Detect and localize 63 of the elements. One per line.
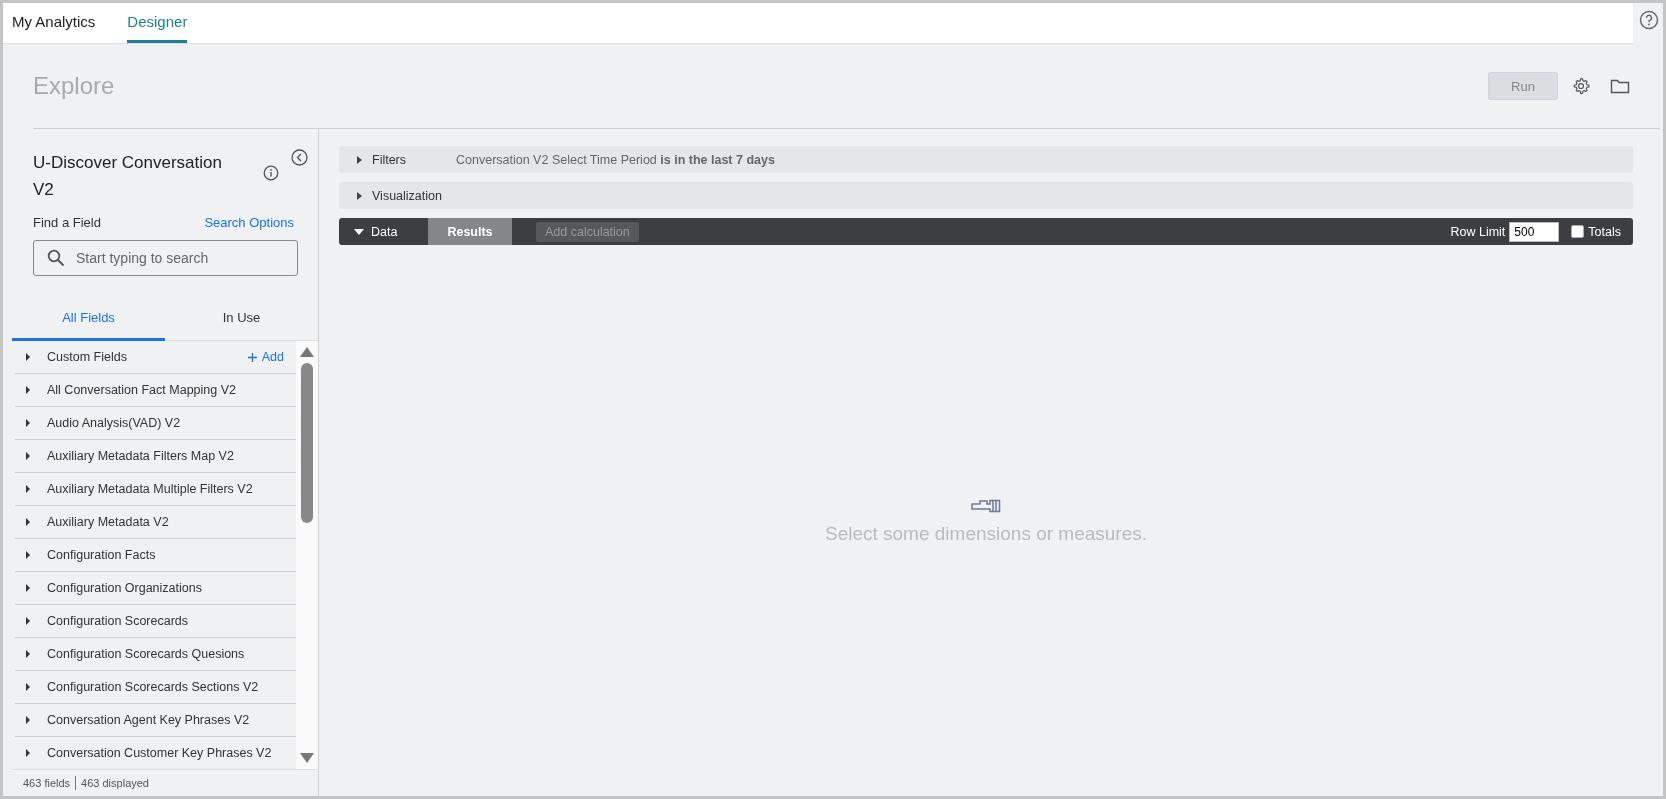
totals-checkbox[interactable]	[1571, 225, 1585, 238]
caret-icon[interactable]	[25, 683, 31, 691]
field-group[interactable]: Conversation Customer Key Phrases V2	[47, 746, 296, 760]
field-tab[interactable]: In Use	[165, 298, 318, 341]
caret-icon[interactable]	[25, 551, 31, 559]
row-limit-label: Row Limit	[1450, 224, 1506, 239]
scroll-down-icon[interactable]	[300, 753, 314, 763]
field-count: 463 fields	[23, 777, 71, 789]
caret-icon	[355, 191, 363, 200]
field-tab[interactable]: All Fields	[12, 298, 165, 341]
field-group[interactable]: Auxiliary Metadata V2	[47, 515, 296, 529]
caret-icon[interactable]	[25, 518, 31, 526]
caret-icon[interactable]	[25, 452, 31, 460]
row-limit-field[interactable]: 500	[1509, 221, 1560, 242]
data-toggle[interactable]: Data	[339, 218, 428, 245]
help-icon[interactable]	[1639, 10, 1659, 30]
page-title: Explore	[33, 72, 115, 100]
add-link[interactable]: Add	[247, 350, 284, 364]
field-group[interactable]: All Conversation Fact Mapping V2	[47, 383, 296, 397]
info-icon[interactable]	[263, 165, 279, 181]
collapse-icon[interactable]	[291, 149, 308, 166]
find-field-label: Find a Field	[33, 215, 101, 230]
displayed-count: 463 displayed	[81, 777, 149, 789]
scroll-up-icon[interactable]	[300, 347, 314, 357]
caret-icon[interactable]	[25, 749, 31, 757]
filter-summary: Conversation V2 Select Time Period is in the last 7 days	[456, 152, 775, 167]
caret-icon[interactable]	[25, 617, 31, 625]
caret-icon	[355, 155, 363, 164]
section-bar[interactable]: Visualization	[339, 182, 1633, 209]
field-group[interactable]: Auxiliary Metadata Multiple Filters V2	[47, 482, 296, 496]
caret-icon[interactable]	[25, 650, 31, 658]
totals-label: Totals	[1588, 224, 1621, 239]
caret-icon[interactable]	[25, 353, 31, 361]
plus-icon	[247, 352, 257, 362]
caret-icon[interactable]	[25, 386, 31, 394]
scrollbar[interactable]	[296, 341, 318, 769]
caret-icon	[354, 227, 364, 236]
field-group[interactable]: Configuration Organizations	[47, 581, 296, 595]
field-group[interactable]: Configuration Scorecards	[47, 614, 296, 628]
field-group[interactable]: Audio Analysis(VAD) V2	[47, 416, 296, 430]
empty-message: Select some dimensions or measures.	[824, 523, 1148, 545]
caret-icon[interactable]	[25, 584, 31, 592]
explore-title: U-Discover Conversation V2	[33, 152, 223, 201]
field-group[interactable]: Configuration Scorecards Sections V2	[47, 680, 296, 694]
nav-tab[interactable]: My Analytics	[12, 3, 96, 43]
scroll-thumb[interactable]	[301, 363, 313, 523]
search-icon	[47, 249, 65, 267]
caret-icon[interactable]	[25, 716, 31, 724]
search-field[interactable]: Start typing to search	[33, 240, 298, 276]
caret-icon[interactable]	[25, 485, 31, 493]
field-group[interactable]: Configuration Scorecards Quesions	[47, 647, 296, 661]
field-group[interactable]: Auxiliary Metadata Filters Map V2	[47, 449, 296, 463]
field-group[interactable]: Conversation Agent Key Phrases V2	[47, 713, 296, 727]
settings-icon[interactable]	[1572, 77, 1590, 95]
results-tab[interactable]: Results	[428, 218, 512, 245]
nav-tab[interactable]: Designer	[127, 3, 188, 43]
caret-icon[interactable]	[25, 419, 31, 427]
folder-icon[interactable]	[1610, 78, 1630, 94]
flashlight-icon	[971, 499, 1001, 513]
section-bar[interactable]: Filters Conversation V2 Select Time Period is in the last 7 days	[339, 146, 1633, 173]
field-group[interactable]: Custom Fields	[47, 350, 248, 364]
field-group[interactable]: Configuration Facts	[47, 548, 296, 562]
search-options-link[interactable]: Search Options	[204, 215, 294, 230]
